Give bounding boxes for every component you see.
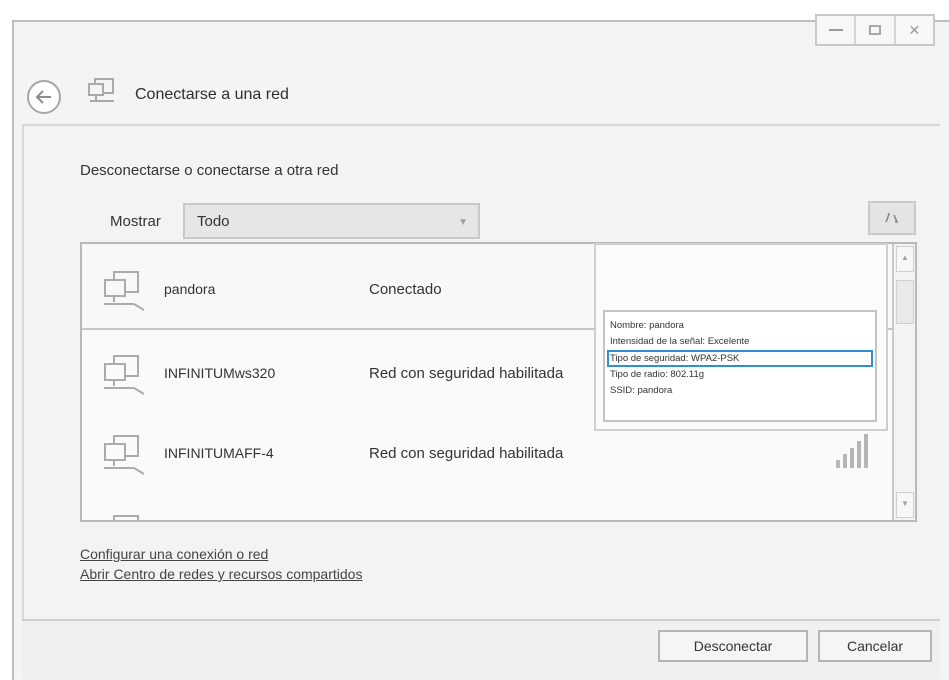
signal-strength-icon — [836, 434, 868, 468]
network-status: Red con seguridad habilitada — [369, 445, 564, 462]
refresh-button[interactable] — [868, 201, 916, 235]
network-monitor-icon — [88, 78, 114, 102]
vertical-scrollbar[interactable]: ▲ ▼ — [892, 244, 915, 520]
network-monitor-icon — [104, 355, 145, 395]
network-name: INFINITUMAFF-4 — [164, 445, 274, 461]
back-button[interactable] — [27, 80, 61, 114]
network-status: Conectado — [369, 281, 442, 298]
tooltip-radio-type: Tipo de radio: 802.11g — [610, 369, 705, 380]
window-controls: ✕ — [815, 14, 935, 46]
scroll-down-arrow-icon[interactable]: ▼ — [896, 492, 914, 518]
page-subtitle: Desconectarse o conectarse a otra red — [80, 162, 339, 179]
filter-select[interactable]: Todo ▼ — [183, 203, 480, 239]
cancel-button[interactable]: Cancelar — [818, 630, 932, 662]
minimize-icon — [828, 29, 843, 31]
network-monitor-icon — [113, 515, 139, 520]
close-button[interactable]: ✕ — [896, 16, 933, 44]
tooltip-security-type: Tipo de seguridad: WPA2-PSK — [607, 350, 873, 367]
network-monitor-icon — [104, 435, 145, 475]
network-monitor-icon — [104, 271, 145, 311]
network-row-partial[interactable] — [82, 488, 894, 522]
window-title: Conectarse a una red — [135, 86, 289, 103]
network-status: Red con seguridad habilitada — [369, 365, 564, 382]
refresh-icon — [885, 213, 898, 223]
chevron-down-icon: ▼ — [458, 217, 468, 228]
back-arrow-icon — [35, 90, 51, 104]
filter-selected-value: Todo — [197, 212, 230, 230]
tooltip-ssid: SSID: pandora — [610, 385, 673, 396]
network-center-link[interactable]: Abrir Centro de redes y recursos compart… — [80, 566, 362, 582]
minimize-button[interactable] — [817, 16, 857, 44]
close-icon: ✕ — [908, 21, 921, 38]
scroll-up-arrow-icon[interactable]: ▲ — [896, 246, 914, 272]
maximize-icon — [868, 25, 881, 35]
setup-connection-link[interactable]: Configurar una conexión o red — [80, 546, 268, 562]
tooltip-name: Nombre: pandora — [610, 320, 684, 331]
signal-strength-icon — [832, 512, 876, 522]
disconnect-button[interactable]: Desconectar — [658, 630, 808, 662]
tooltip-signal-strength: Intensidad de la señal: Excelente — [610, 336, 750, 347]
network-name: INFINITUMws320 — [164, 365, 276, 381]
network-details-tooltip: Nombre: pandora Intensidad de la señal: … — [603, 310, 877, 422]
scroll-thumb[interactable] — [896, 280, 914, 324]
network-name: pandora — [164, 281, 216, 297]
filter-label: Mostrar — [110, 213, 161, 230]
maximize-button[interactable] — [856, 16, 896, 44]
